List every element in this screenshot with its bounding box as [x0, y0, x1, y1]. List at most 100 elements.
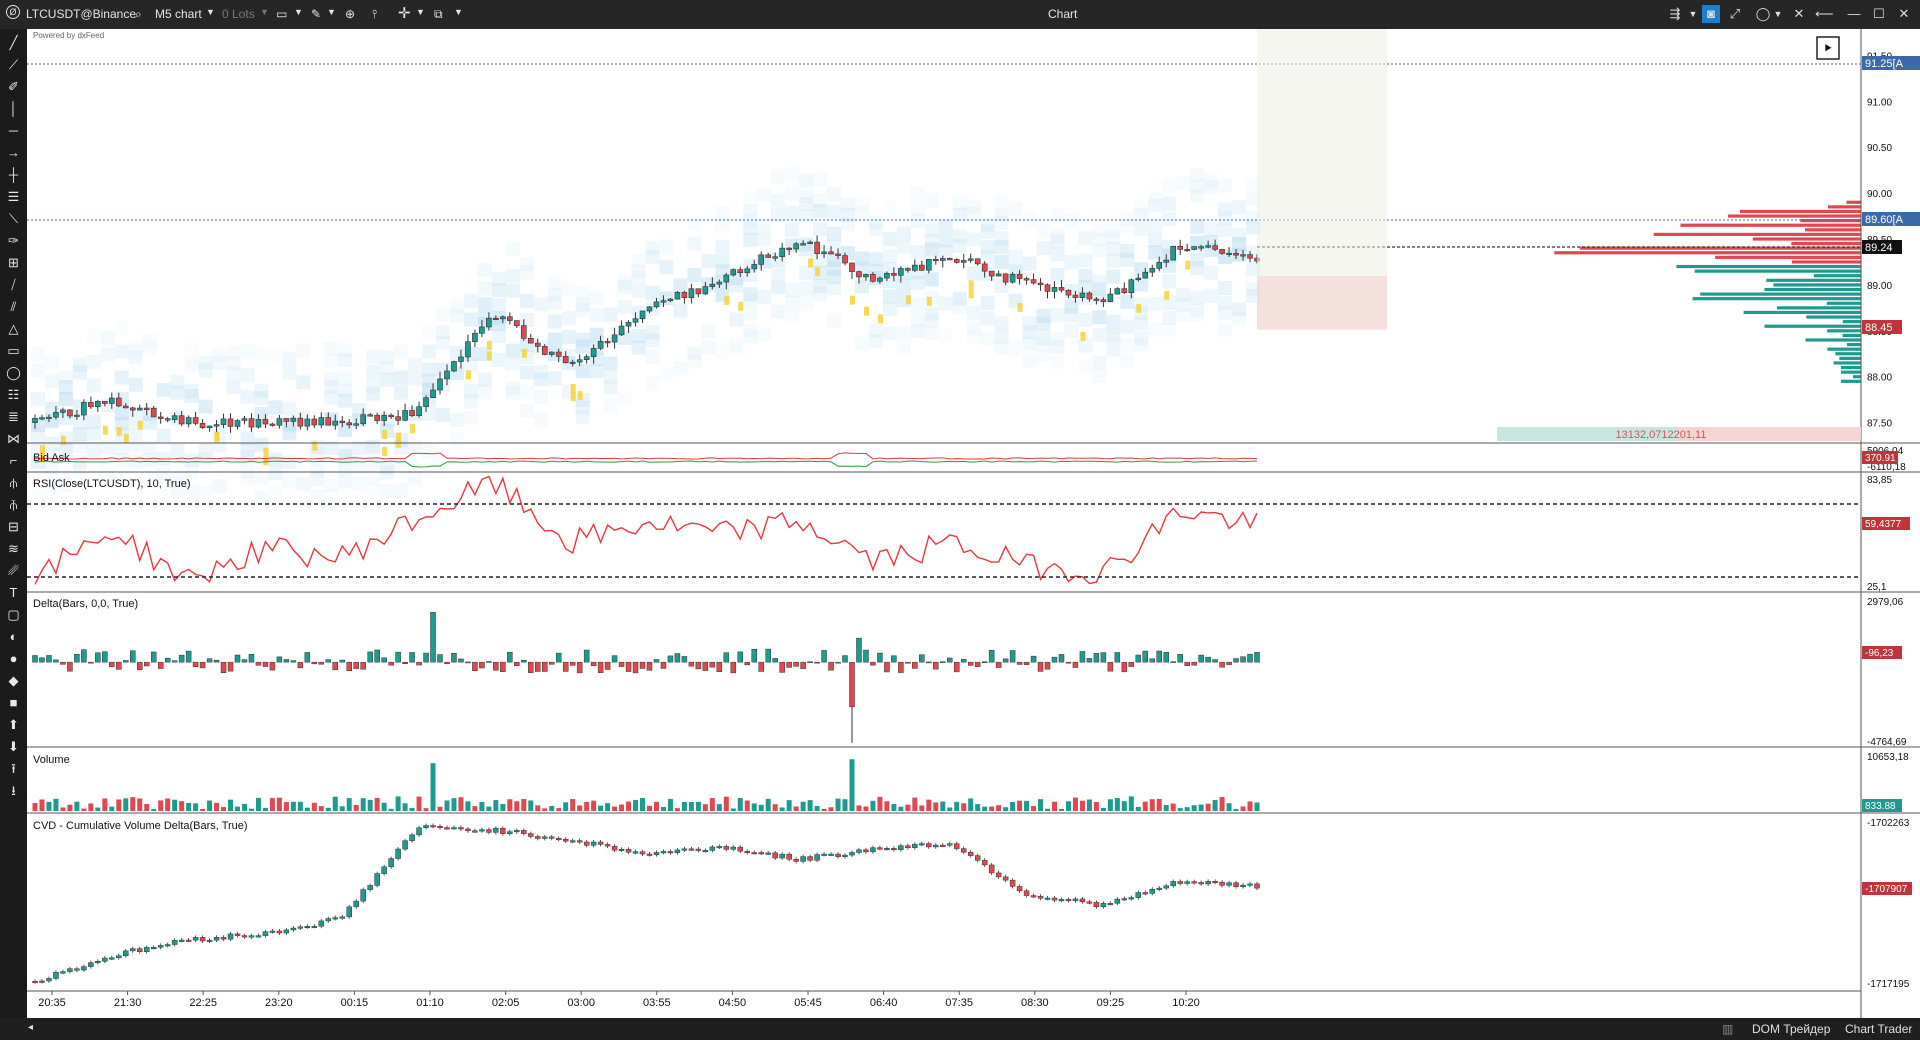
order-up-tool-icon[interactable]: ⭱ — [4, 761, 23, 777]
candle-body — [646, 306, 653, 312]
bid-profile-bar — [1826, 301, 1861, 305]
chart-trader-button[interactable]: Chart Trader — [1845, 1022, 1912, 1036]
candle-body — [74, 414, 80, 417]
candle-body — [541, 346, 548, 355]
ruler-tool-icon[interactable]: ⧸ — [4, 277, 23, 293]
timeframe-dropdown-icon[interactable]: ▼ — [206, 7, 215, 17]
candle-body — [814, 241, 820, 254]
time-tick-label: 03:00 — [567, 997, 595, 1009]
candle-body — [1044, 284, 1051, 292]
heatmap-cell — [366, 488, 381, 503]
text-tool-icon[interactable]: T — [4, 585, 23, 601]
minimize-icon[interactable]: — — [1845, 5, 1863, 23]
cvd-candle — [974, 855, 981, 861]
chart-area[interactable]: Powered by dxFeed ⯈ 13132,0712201,11 91.… — [27, 29, 1920, 1028]
link-dropdown-icon[interactable]: ▼ — [1687, 5, 1699, 23]
lots-dropdown-icon[interactable]: ▼ — [260, 7, 269, 17]
zoom-icon[interactable]: ⊕ — [345, 7, 355, 21]
crossline-tool-icon[interactable]: ⋈ — [4, 431, 23, 447]
arrow-down-tool-icon[interactable]: ⬇ — [4, 739, 23, 755]
chart-type-icon[interactable]: ▭ — [276, 7, 287, 21]
templates-icon[interactable]: ⧉ — [434, 7, 443, 22]
scroll-to-end-icon[interactable]: ⯈ — [1823, 41, 1833, 56]
window-title: Chart — [1048, 7, 1078, 21]
label-tool-icon[interactable]: ␥ — [4, 563, 23, 579]
rectangle-tool-icon[interactable]: ▭ — [4, 343, 23, 359]
draw-tool-icon[interactable]: ✎ — [311, 7, 321, 21]
link-icon[interactable]: ⇶ — [1666, 5, 1684, 23]
screenshot-icon[interactable]: ◙ — [1702, 5, 1720, 23]
ask-profile-bar — [1739, 209, 1861, 214]
vertical-line-icon[interactable]: │ — [4, 101, 23, 117]
brush-tool-icon[interactable]: ✑ — [4, 233, 23, 249]
heatmap-cell — [1218, 281, 1233, 296]
delta-bar — [1107, 661, 1114, 672]
fan-tool-icon[interactable]: ⫚ — [4, 497, 23, 513]
delta-bar — [1114, 652, 1121, 663]
fib-levels-icon[interactable]: ≣ — [4, 409, 23, 425]
price-tick-label: 87.50 — [1867, 419, 1892, 430]
bid-profile-bar — [1853, 375, 1861, 379]
step-tool-icon[interactable]: ⌐ — [4, 453, 23, 469]
volume-bar — [1156, 798, 1162, 811]
indicators-icon[interactable]: ⫯ — [372, 7, 377, 22]
status-circle-icon[interactable]: ◯ — [1754, 5, 1772, 23]
diamond-tool-icon[interactable]: ◆ — [4, 673, 23, 689]
heatmap-cell — [505, 242, 520, 257]
arrow-tool-icon[interactable]: → — [4, 145, 23, 161]
channel-tool-icon[interactable]: ⫽ — [4, 299, 23, 315]
measure-tool-icon[interactable]: ⊞ — [4, 255, 23, 271]
pitchfork-tool-icon[interactable]: ⫛ — [4, 475, 23, 491]
volume-bar — [1093, 801, 1099, 811]
maximize-icon[interactable]: ☐ — [1870, 5, 1888, 23]
wave-tool-icon[interactable]: ≋ — [4, 541, 23, 557]
candle-body — [1142, 271, 1149, 279]
pencil-tool-icon[interactable]: ✐ — [4, 79, 23, 95]
dom-trader-button[interactable]: DOM Трейдер — [1752, 1022, 1830, 1036]
heatmap-cell — [813, 193, 828, 208]
fib-tool-icon[interactable]: ☰ — [4, 189, 23, 205]
crosshair-icon[interactable]: ✛ — [398, 4, 411, 22]
templates-dropdown-icon[interactable]: ▼ — [454, 7, 463, 17]
square-tool-icon[interactable]: ■ — [4, 695, 23, 711]
instrument-selector[interactable]: LTCUSDT@Binance — [26, 7, 136, 21]
ray-tool-icon[interactable]: ⟋ — [4, 57, 23, 73]
bid-profile-bar — [1841, 379, 1861, 383]
circle-tool-icon[interactable]: ◯ — [4, 365, 23, 381]
volume-bar — [947, 807, 953, 811]
chart-canvas[interactable]: Powered by dxFeed ⯈ 13132,0712201,11 91.… — [27, 29, 1920, 1018]
timeframe-selector[interactable]: M5 chart — [155, 7, 202, 21]
cvd-candle — [150, 947, 157, 950]
crosshair-dropdown-icon[interactable]: ▼ — [416, 7, 425, 17]
lots-selector[interactable]: 0 Lots — [222, 7, 255, 21]
horizontal-line-icon[interactable]: ─ — [4, 123, 23, 139]
search-icon[interactable]: ⌕ — [135, 7, 142, 22]
volume-profile-tool-icon[interactable]: ☷ — [4, 387, 23, 403]
draw-tool-dropdown-icon[interactable]: ▼ — [327, 7, 336, 17]
heatmap-cell — [1092, 327, 1107, 342]
callout-tool-icon[interactable]: ▢ — [4, 607, 23, 623]
heatmap-cell — [1148, 232, 1163, 247]
settings-tools-icon[interactable]: ✕ — [1790, 5, 1808, 23]
heatmap-cell — [575, 297, 590, 312]
gann-tool-icon[interactable]: ⊟ — [4, 519, 23, 535]
order-down-tool-icon[interactable]: ⭳ — [4, 783, 23, 799]
close-icon[interactable]: ✕ — [1895, 5, 1913, 23]
line-tool-icon[interactable]: ╱ — [4, 35, 23, 51]
fullscreen-icon[interactable]: ⤢ — [1726, 5, 1744, 23]
cvd-candle — [143, 947, 150, 952]
back-arrow-icon[interactable]: ⟵ — [1815, 5, 1834, 23]
time-tick-label: 00:15 — [341, 997, 369, 1009]
status-dropdown-icon[interactable]: ▼ — [1772, 5, 1784, 23]
scroll-left-icon[interactable]: ◂ — [28, 1022, 33, 1033]
arrow-up-tool-icon[interactable]: ⬆ — [4, 717, 23, 733]
trend-tool-icon[interactable]: ⟍ — [4, 211, 23, 227]
dom-icon[interactable]: ▥ — [1722, 1022, 1733, 1036]
tag-tool-icon[interactable]: ◐ — [4, 629, 23, 645]
cross-tool-icon[interactable]: ┼ — [4, 167, 23, 183]
dot-tool-icon[interactable]: ● — [4, 651, 23, 667]
triangle-tool-icon[interactable]: △ — [4, 321, 23, 337]
cvd-candle — [737, 846, 744, 852]
delta-bar — [555, 652, 562, 663]
chart-type-dropdown-icon[interactable]: ▼ — [294, 7, 303, 17]
